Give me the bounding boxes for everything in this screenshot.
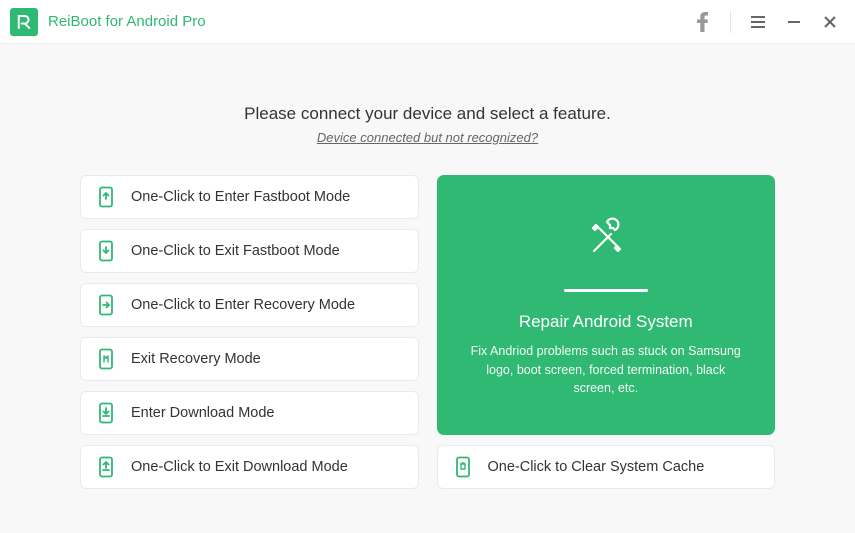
enter-download-icon — [95, 402, 117, 424]
window-controls — [694, 11, 845, 33]
app-title: ReiBoot for Android Pro — [48, 13, 206, 30]
options-right-column: Repair Android System Fix Andriod proble… — [437, 175, 776, 489]
exit-fastboot-icon — [95, 240, 117, 262]
option-label: Enter Download Mode — [131, 405, 274, 421]
repair-system-card[interactable]: Repair Android System Fix Andriod proble… — [437, 175, 776, 435]
enter-download-button[interactable]: Enter Download Mode — [80, 391, 419, 435]
option-label: One-Click to Clear System Cache — [488, 459, 705, 475]
options-left-column: One-Click to Enter Fastboot Mode One-Cli… — [80, 175, 419, 489]
repair-card-title: Repair Android System — [519, 312, 693, 332]
menu-icon[interactable] — [749, 13, 767, 31]
connect-prompt: Please connect your device and select a … — [80, 104, 775, 124]
clear-cache-button[interactable]: One-Click to Clear System Cache — [437, 445, 776, 489]
exit-download-button[interactable]: One-Click to Exit Download Mode — [80, 445, 419, 489]
exit-recovery-button[interactable]: Exit Recovery Mode — [80, 337, 419, 381]
option-label: One-Click to Exit Download Mode — [131, 459, 348, 475]
exit-fastboot-button[interactable]: One-Click to Exit Fastboot Mode — [80, 229, 419, 273]
enter-recovery-icon — [95, 294, 117, 316]
facebook-icon[interactable] — [694, 13, 712, 31]
close-icon[interactable] — [821, 13, 839, 31]
enter-fastboot-icon — [95, 186, 117, 208]
minimize-icon[interactable] — [785, 13, 803, 31]
exit-download-icon — [95, 456, 117, 478]
option-label: One-Click to Enter Fastboot Mode — [131, 189, 350, 205]
tools-icon — [579, 212, 633, 271]
clear-cache-icon — [452, 456, 474, 478]
app-logo-icon — [10, 8, 38, 36]
exit-recovery-icon — [95, 348, 117, 370]
not-recognized-link[interactable]: Device connected but not recognized? — [80, 130, 775, 145]
title-bar: ReiBoot for Android Pro — [0, 0, 855, 44]
option-label: One-Click to Exit Fastboot Mode — [131, 243, 340, 259]
option-label: Exit Recovery Mode — [131, 351, 261, 367]
separator — [730, 11, 731, 33]
enter-fastboot-button[interactable]: One-Click to Enter Fastboot Mode — [80, 175, 419, 219]
enter-recovery-button[interactable]: One-Click to Enter Recovery Mode — [80, 283, 419, 327]
card-divider — [564, 289, 648, 292]
main-content: Please connect your device and select a … — [0, 44, 855, 519]
repair-card-desc: Fix Andriod problems such as stuck on Sa… — [465, 342, 748, 398]
option-label: One-Click to Enter Recovery Mode — [131, 297, 355, 313]
